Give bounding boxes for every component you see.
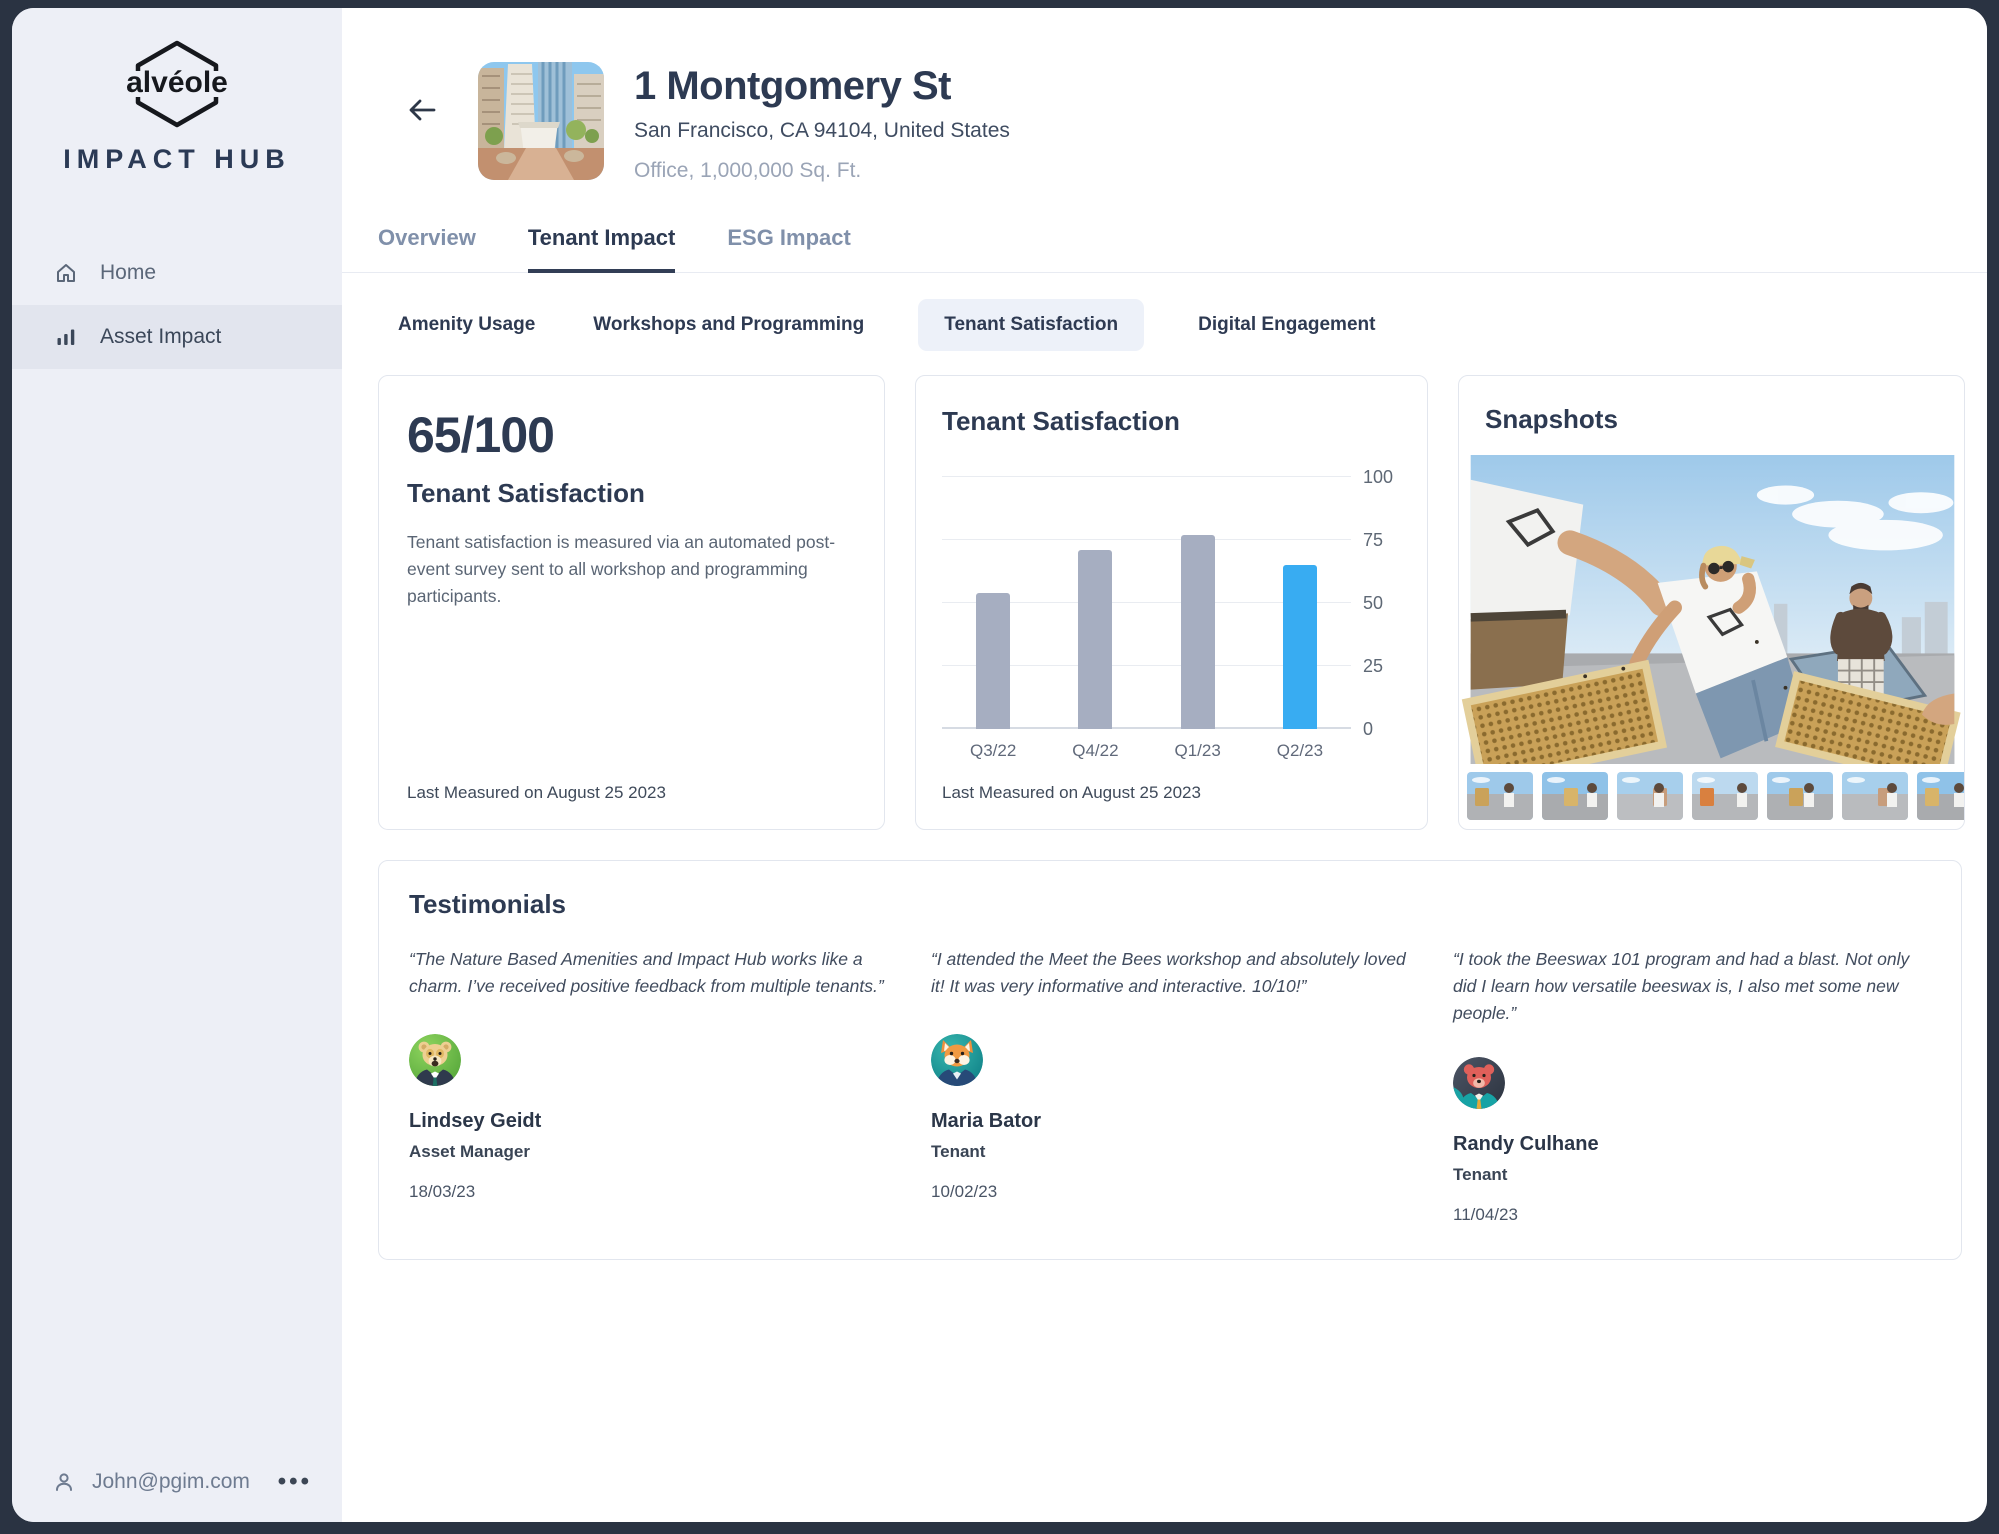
property-photo-image — [478, 62, 604, 180]
main-content: 1 Montgomery St San Francisco, CA 94104,… — [342, 8, 1987, 1522]
page-title: 1 Montgomery St — [634, 64, 951, 108]
sub-tabs: Amenity Usage Workshops and Programming … — [394, 299, 1987, 351]
chart-bar-q3-22 — [976, 592, 1011, 729]
brand-title: IMPACT HUB — [63, 144, 291, 174]
snapshots-card: Snapshots — [1458, 375, 1965, 830]
bear-suit-green-avatar-icon — [409, 1034, 461, 1086]
snapshot-thumbnail[interactable] — [1767, 772, 1833, 821]
cards-row: 65/100 Tenant Satisfaction Tenant satisf… — [378, 375, 1987, 830]
snapshot-thumbnail-strip — [1459, 764, 1964, 829]
arrow-left-icon — [409, 99, 436, 121]
chart-x-axis: Q3/22 Q4/22 Q1/23 Q2/23 — [942, 741, 1351, 761]
back-button[interactable] — [398, 88, 446, 135]
property-header: 1 Montgomery St San Francisco, CA 94104,… — [398, 62, 1987, 183]
sidebar-item-asset-impact[interactable]: Asset Impact — [12, 305, 342, 369]
testimonial-name: Randy Culhane — [1453, 1133, 1599, 1156]
score-value: 65/100 — [407, 407, 555, 463]
sidebar: alvéole IMPACT HUB Home Asset Impact Joh… — [12, 8, 342, 1522]
sidebar-item-label: Home — [100, 261, 157, 284]
snapshot-thumbnail[interactable] — [1467, 772, 1533, 821]
subtab-amenity-usage[interactable]: Amenity Usage — [394, 299, 539, 351]
more-options-icon[interactable] — [278, 1468, 312, 1496]
property-address: San Francisco, CA 94104, United States — [634, 119, 1010, 142]
subtab-workshops-programming[interactable]: Workshops and Programming — [589, 299, 868, 351]
alveole-hexagon-logo-icon: alvéole — [124, 40, 230, 128]
chart-y-tick-label: 100 — [1363, 467, 1394, 487]
testimonial-quote: “I took the Beeswax 101 program and had … — [1453, 949, 1910, 1024]
snapshots-title: Snapshots — [1485, 404, 1618, 434]
user-email[interactable]: John@pgim.com — [92, 1470, 250, 1494]
property-title-block: 1 Montgomery St San Francisco, CA 94104,… — [634, 62, 1010, 183]
snapshot-main-photo[interactable] — [1459, 455, 1965, 765]
testimonial-date: 10/02/23 — [931, 1182, 998, 1201]
bar-chart: 0 25 50 75 100 — [942, 467, 1393, 739]
chart-x-tick-label: Q1/23 — [1174, 741, 1221, 760]
logo-text: alvéole — [126, 66, 228, 99]
snapshot-thumbnail[interactable] — [1542, 772, 1608, 821]
testimonial-role: Tenant — [931, 1142, 986, 1161]
subtab-tenant-satisfaction[interactable]: Tenant Satisfaction — [918, 299, 1145, 351]
chart-card-footnote: Last Measured on August 25 2023 — [942, 783, 1201, 802]
testimonial-item: “I took the Beeswax 101 program and had … — [1453, 946, 1931, 1225]
app-window: alvéole IMPACT HUB Home Asset Impact Joh… — [12, 8, 1987, 1522]
chart-title: Tenant Satisfaction — [942, 406, 1180, 436]
testimonial-name: Maria Bator — [931, 1110, 1042, 1132]
chart-bar-q4-22 — [1078, 550, 1113, 729]
chart-bars — [942, 477, 1351, 729]
person-icon — [56, 1473, 72, 1491]
snapshot-thumbnail[interactable] — [1617, 772, 1683, 821]
testimonial-quote: “The Nature Based Amenities and Impact H… — [409, 949, 884, 997]
testimonial-item: “I attended the Meet the Bees workshop a… — [931, 946, 1409, 1225]
sidebar-item-home[interactable]: Home — [12, 241, 342, 305]
testimonial-role: Tenant — [1453, 1165, 1508, 1185]
tenant-satisfaction-score-card: 65/100 Tenant Satisfaction Tenant satisf… — [378, 375, 885, 830]
bar-chart-icon — [57, 329, 75, 345]
sidebar-footer: John@pgim.com — [12, 1468, 342, 1496]
testimonials-card: Testimonials “The Nature Based Amenities… — [378, 860, 1962, 1261]
testimonial-date: 18/03/23 — [409, 1182, 476, 1201]
logo: alvéole IMPACT HUB — [12, 38, 342, 175]
property-meta: Office, 1,000,000 Sq. Ft. — [634, 159, 862, 182]
snapshot-thumbnail[interactable] — [1842, 772, 1908, 821]
snapshot-thumbnail[interactable] — [1917, 772, 1964, 821]
score-card-footnote: Last Measured on August 25 2023 — [407, 783, 666, 802]
tab-esg-impact[interactable]: ESG Impact — [727, 225, 850, 273]
testimonial-quote: “I attended the Meet the Bees workshop a… — [931, 949, 1406, 997]
avatar — [931, 1034, 983, 1086]
testimonial-role: Asset Manager — [409, 1142, 530, 1161]
chart-y-tick-label: 0 — [1363, 719, 1374, 739]
score-card-title: Tenant Satisfaction — [407, 478, 645, 508]
chart-bar-q2-23 — [1282, 565, 1317, 729]
tab-overview[interactable]: Overview — [378, 225, 476, 273]
bear-red-dark-avatar-icon — [1453, 1057, 1505, 1110]
chart-y-tick-label: 50 — [1363, 593, 1384, 613]
testimonial-name: Lindsey Geidt — [409, 1110, 542, 1132]
score-card-description: Tenant satisfaction is measured via an a… — [407, 532, 836, 607]
fox-teal-avatar-icon — [931, 1034, 983, 1086]
avatar — [409, 1034, 461, 1086]
testimonials-title: Testimonials — [409, 889, 567, 919]
tab-tenant-impact[interactable]: Tenant Impact — [527, 225, 676, 273]
testimonial-item: “The Nature Based Amenities and Impact H… — [409, 946, 887, 1225]
chart-y-axis: 0 25 50 75 100 — [1355, 467, 1403, 739]
home-icon — [57, 264, 75, 282]
sidebar-nav: Home Asset Impact — [12, 241, 342, 369]
subtab-digital-engagement[interactable]: Digital Engagement — [1194, 299, 1379, 351]
sidebar-item-label: Asset Impact — [100, 325, 222, 348]
chart-x-tick-label: Q4/22 — [1072, 741, 1119, 760]
property-photo — [478, 62, 604, 180]
chart-bar-q1-23 — [1180, 534, 1215, 729]
chart-y-tick-label: 75 — [1363, 530, 1384, 550]
snapshot-thumbnail[interactable] — [1692, 772, 1758, 821]
tenant-satisfaction-chart-card: Tenant Satisfaction 0 25 50 75 100 Q3/22 Q4/2… — [915, 375, 1428, 830]
avatar — [1453, 1057, 1505, 1110]
testimonial-date: 11/04/23 — [1453, 1205, 1518, 1225]
main-tabs: Overview Tenant Impact ESG Impact — [342, 225, 1987, 273]
chart-y-tick-label: 25 — [1363, 656, 1384, 676]
chart-x-tick-label: Q2/23 — [1276, 741, 1324, 760]
chart-x-tick-label: Q3/22 — [969, 741, 1017, 760]
testimonials-grid: “The Nature Based Amenities and Impact H… — [409, 946, 1931, 1225]
chart-plot — [942, 476, 1351, 729]
